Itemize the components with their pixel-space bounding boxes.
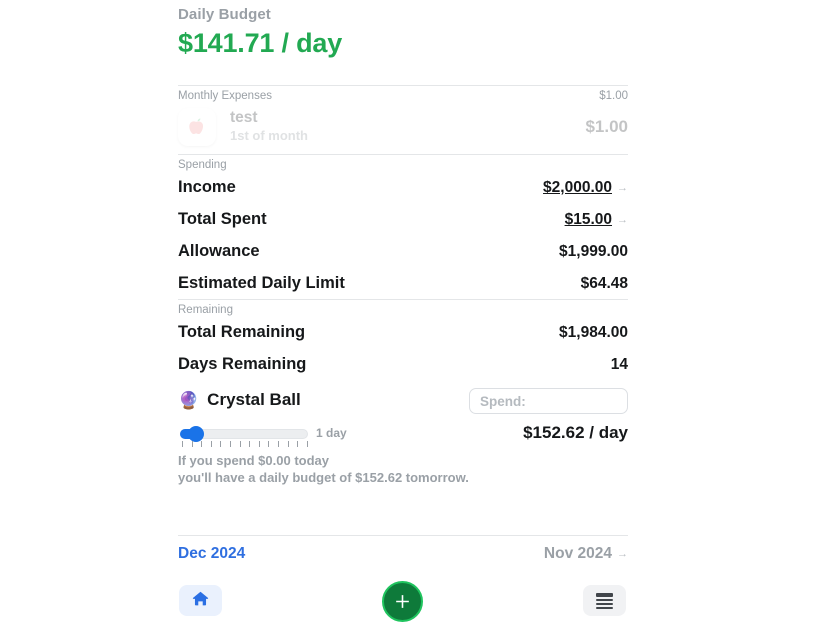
monthly-expenses-label: Monthly Expenses — [178, 90, 272, 102]
expense-amount: $1.00 — [585, 117, 628, 136]
allowance-value: $1,999.00 — [559, 243, 628, 260]
remaining-section-header: Remaining — [178, 299, 628, 316]
stat-row-days-remaining: Days Remaining 14 — [178, 348, 628, 380]
list-button[interactable] — [583, 585, 626, 616]
apple-icon — [178, 108, 216, 146]
estimated-daily-limit-value: $64.48 — [580, 275, 628, 292]
slider-thumb[interactable] — [188, 426, 204, 442]
add-button[interactable] — [382, 581, 423, 622]
crystal-ball-title: Crystal Ball — [207, 390, 301, 409]
stat-row-estimated-daily-limit: Estimated Daily Limit $64.48 — [178, 267, 628, 299]
spending-section-header: Spending — [178, 154, 628, 171]
projected-daily-budget: $152.62 / day — [523, 423, 628, 442]
budget-app-screen: Daily Budget $141.71 / day Monthly Expen… — [0, 0, 824, 628]
slider-value-label: 1 day — [316, 426, 347, 440]
previous-month[interactable]: Nov 2024 — [544, 545, 612, 563]
days-remaining-label: Days Remaining — [178, 355, 307, 373]
crystal-ball-note: If you spend $0.00 today you'll have a d… — [178, 453, 628, 486]
slider-ticks — [182, 441, 308, 448]
current-month[interactable]: Dec 2024 — [178, 545, 245, 563]
expense-schedule: 1st of month — [230, 128, 308, 144]
income-value-group[interactable]: $2,000.00 → — [543, 179, 628, 197]
spend-input[interactable] — [469, 388, 628, 414]
daily-budget-header: Daily Budget $141.71 / day — [178, 0, 628, 59]
crystal-ball-note-line2: you'll have a daily budget of $152.62 to… — [178, 469, 469, 485]
crystal-ball-note-line1: If you spend $0.00 today — [178, 453, 329, 468]
days-remaining-value: 14 — [610, 356, 628, 373]
spending-label: Spending — [178, 159, 227, 171]
estimated-daily-limit-label: Estimated Daily Limit — [178, 274, 345, 292]
previous-month-group[interactable]: Nov 2024 → — [544, 545, 628, 563]
days-slider[interactable]: 1 day — [178, 423, 347, 447]
expense-row[interactable]: test 1st of month $1.00 — [178, 102, 628, 154]
remaining-label: Remaining — [178, 304, 233, 316]
stat-row-allowance: Allowance $1,999.00 — [178, 235, 628, 267]
chevron-right-icon: → — [617, 182, 628, 194]
stat-row-total-remaining: Total Remaining $1,984.00 — [178, 316, 628, 348]
list-icon — [596, 591, 613, 611]
bottom-navigation-bar — [0, 581, 824, 628]
stat-row-income[interactable]: Income $2,000.00 → — [178, 171, 628, 203]
home-icon — [191, 589, 210, 613]
chevron-right-icon: → — [617, 548, 628, 560]
expense-name: test — [230, 109, 258, 127]
crystal-ball-controls: 1 day $152.62 / day — [178, 423, 628, 447]
home-button[interactable] — [179, 585, 222, 616]
crystal-ball-icon: 🔮 — [178, 390, 200, 410]
income-value[interactable]: $2,000.00 — [543, 179, 612, 197]
total-remaining-value: $1,984.00 — [559, 324, 628, 341]
expense-texts: test 1st of month — [230, 109, 585, 144]
plus-icon — [393, 592, 412, 611]
daily-budget-amount: $141.71 / day — [178, 28, 343, 58]
total-remaining-label: Total Remaining — [178, 323, 306, 341]
total-spent-value-group[interactable]: $15.00 → — [565, 211, 628, 229]
chevron-right-icon: → — [617, 214, 628, 226]
main-content: Daily Budget $141.71 / day Monthly Expen… — [178, 0, 628, 486]
allowance-label: Allowance — [178, 242, 260, 260]
total-spent-label: Total Spent — [178, 210, 267, 228]
monthly-expenses-total: $1.00 — [599, 90, 628, 102]
crystal-ball-section: 🔮 Crystal Ball 1 day $152.62 / day — [178, 388, 628, 486]
stat-row-total-spent[interactable]: Total Spent $15.00 → — [178, 203, 628, 235]
daily-budget-label: Daily Budget — [178, 6, 271, 23]
monthly-expenses-section-header: Monthly Expenses $1.00 — [178, 85, 628, 102]
month-navigation: Dec 2024 Nov 2024 → — [178, 535, 628, 563]
total-spent-value[interactable]: $15.00 — [565, 211, 612, 229]
income-label: Income — [178, 178, 236, 196]
